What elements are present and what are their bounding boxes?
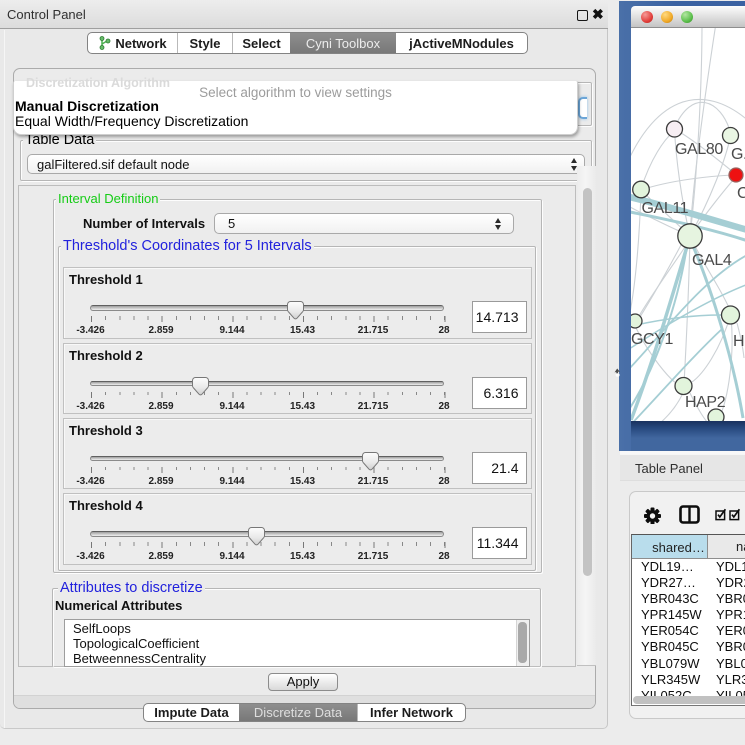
svg-text:GAL4: GAL4 <box>692 252 732 269</box>
svg-text:GAL11: GAL11 <box>642 200 689 217</box>
svg-text:H: H <box>733 333 744 350</box>
svg-text:GCY1: GCY1 <box>631 331 673 348</box>
svg-text:HAP2: HAP2 <box>685 394 726 411</box>
svg-text:G.: G. <box>731 146 745 163</box>
svg-text:GAL80: GAL80 <box>675 141 723 158</box>
svg-text:C: C <box>737 185 745 202</box>
